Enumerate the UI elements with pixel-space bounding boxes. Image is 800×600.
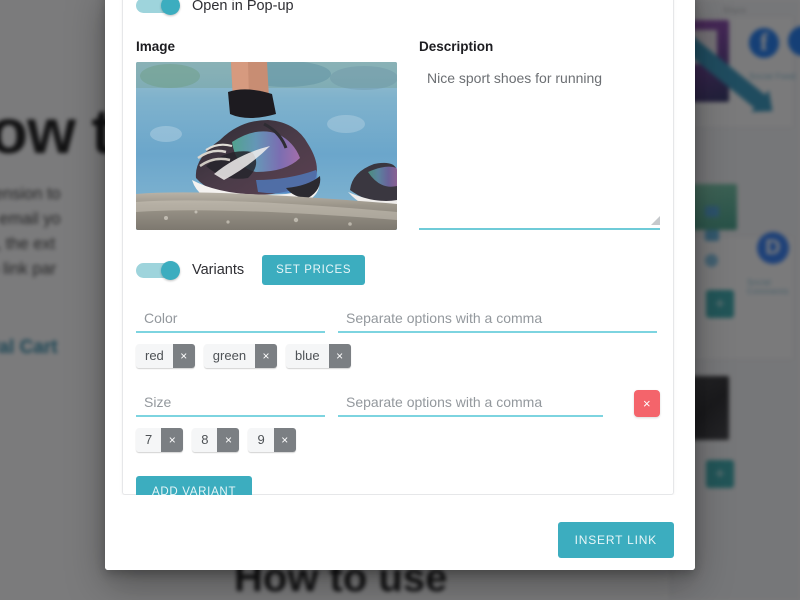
chip-label: 9	[248, 428, 274, 452]
chip-label: blue	[286, 344, 329, 368]
variant-row-color: red × green × blue ×	[136, 307, 660, 368]
chip-remove-icon[interactable]: ×	[217, 428, 240, 452]
variant-row-size: × 7 × 8 × 9 ×	[136, 390, 660, 452]
variant-chip[interactable]: 8 ×	[192, 428, 240, 452]
chip-remove-icon[interactable]: ×	[161, 428, 184, 452]
variant-options-input[interactable]	[338, 391, 603, 417]
resize-handle-icon[interactable]	[650, 215, 660, 225]
remove-variant-button[interactable]: ×	[633, 390, 660, 417]
open-in-popup-toggle[interactable]	[136, 0, 180, 15]
chip-remove-icon[interactable]: ×	[273, 428, 296, 452]
popup-toggle-row: Open in Pop-up	[136, 0, 660, 15]
variants-label: Variants	[192, 262, 245, 278]
variant-inputs: ×	[136, 390, 660, 417]
insert-link-button[interactable]: INSERT LINK	[557, 522, 674, 558]
chip-remove-icon[interactable]: ×	[255, 344, 278, 368]
chip-remove-icon[interactable]: ×	[172, 344, 195, 368]
chip-remove-icon[interactable]: ×	[328, 344, 351, 368]
set-prices-button[interactable]: SET PRICES	[262, 255, 366, 285]
open-in-popup-label: Open in Pop-up	[192, 0, 294, 14]
variant-chip-list: red × green × blue ×	[136, 344, 660, 368]
description-column: Description Nice sport shoes for running	[419, 39, 660, 230]
product-image-art	[136, 62, 397, 230]
description-value: Nice sport shoes for running	[427, 70, 603, 86]
variant-chip[interactable]: 7 ×	[136, 428, 184, 452]
variant-chip[interactable]: red ×	[136, 344, 195, 368]
description-textarea[interactable]: Nice sport shoes for running	[419, 62, 660, 230]
chip-label: green	[203, 344, 256, 368]
toggle-knob	[161, 0, 180, 15]
toggle-knob	[161, 260, 180, 280]
variant-name-input[interactable]	[136, 307, 325, 333]
variants-toggle[interactable]	[136, 260, 180, 280]
variant-inputs	[136, 307, 660, 333]
product-image[interactable]	[136, 62, 397, 230]
variant-options-input[interactable]	[338, 307, 657, 333]
insert-link-dialog: Open in Pop-up Image Description Nice sp…	[105, 0, 695, 570]
image-heading: Image	[136, 39, 176, 54]
dialog-content-panel: Open in Pop-up Image Description Nice sp…	[122, 0, 674, 508]
chip-label: 7	[136, 428, 162, 452]
dialog-footer: INSERT LINK	[105, 495, 695, 570]
image-description-row: Image Description Nice sport shoes for r…	[136, 39, 660, 230]
variant-chip[interactable]: blue ×	[286, 344, 351, 368]
variant-name-input[interactable]	[136, 391, 325, 417]
chip-label: red	[136, 344, 173, 368]
variant-chip-list: 7 × 8 × 9 ×	[136, 428, 660, 452]
image-column: Image	[136, 39, 397, 230]
variant-chip[interactable]: 9 ×	[248, 428, 296, 452]
variant-chip[interactable]: green ×	[203, 344, 278, 368]
chip-label: 8	[192, 428, 218, 452]
description-heading: Description	[419, 39, 494, 54]
variants-toggle-row: Variants SET PRICES	[136, 255, 660, 285]
